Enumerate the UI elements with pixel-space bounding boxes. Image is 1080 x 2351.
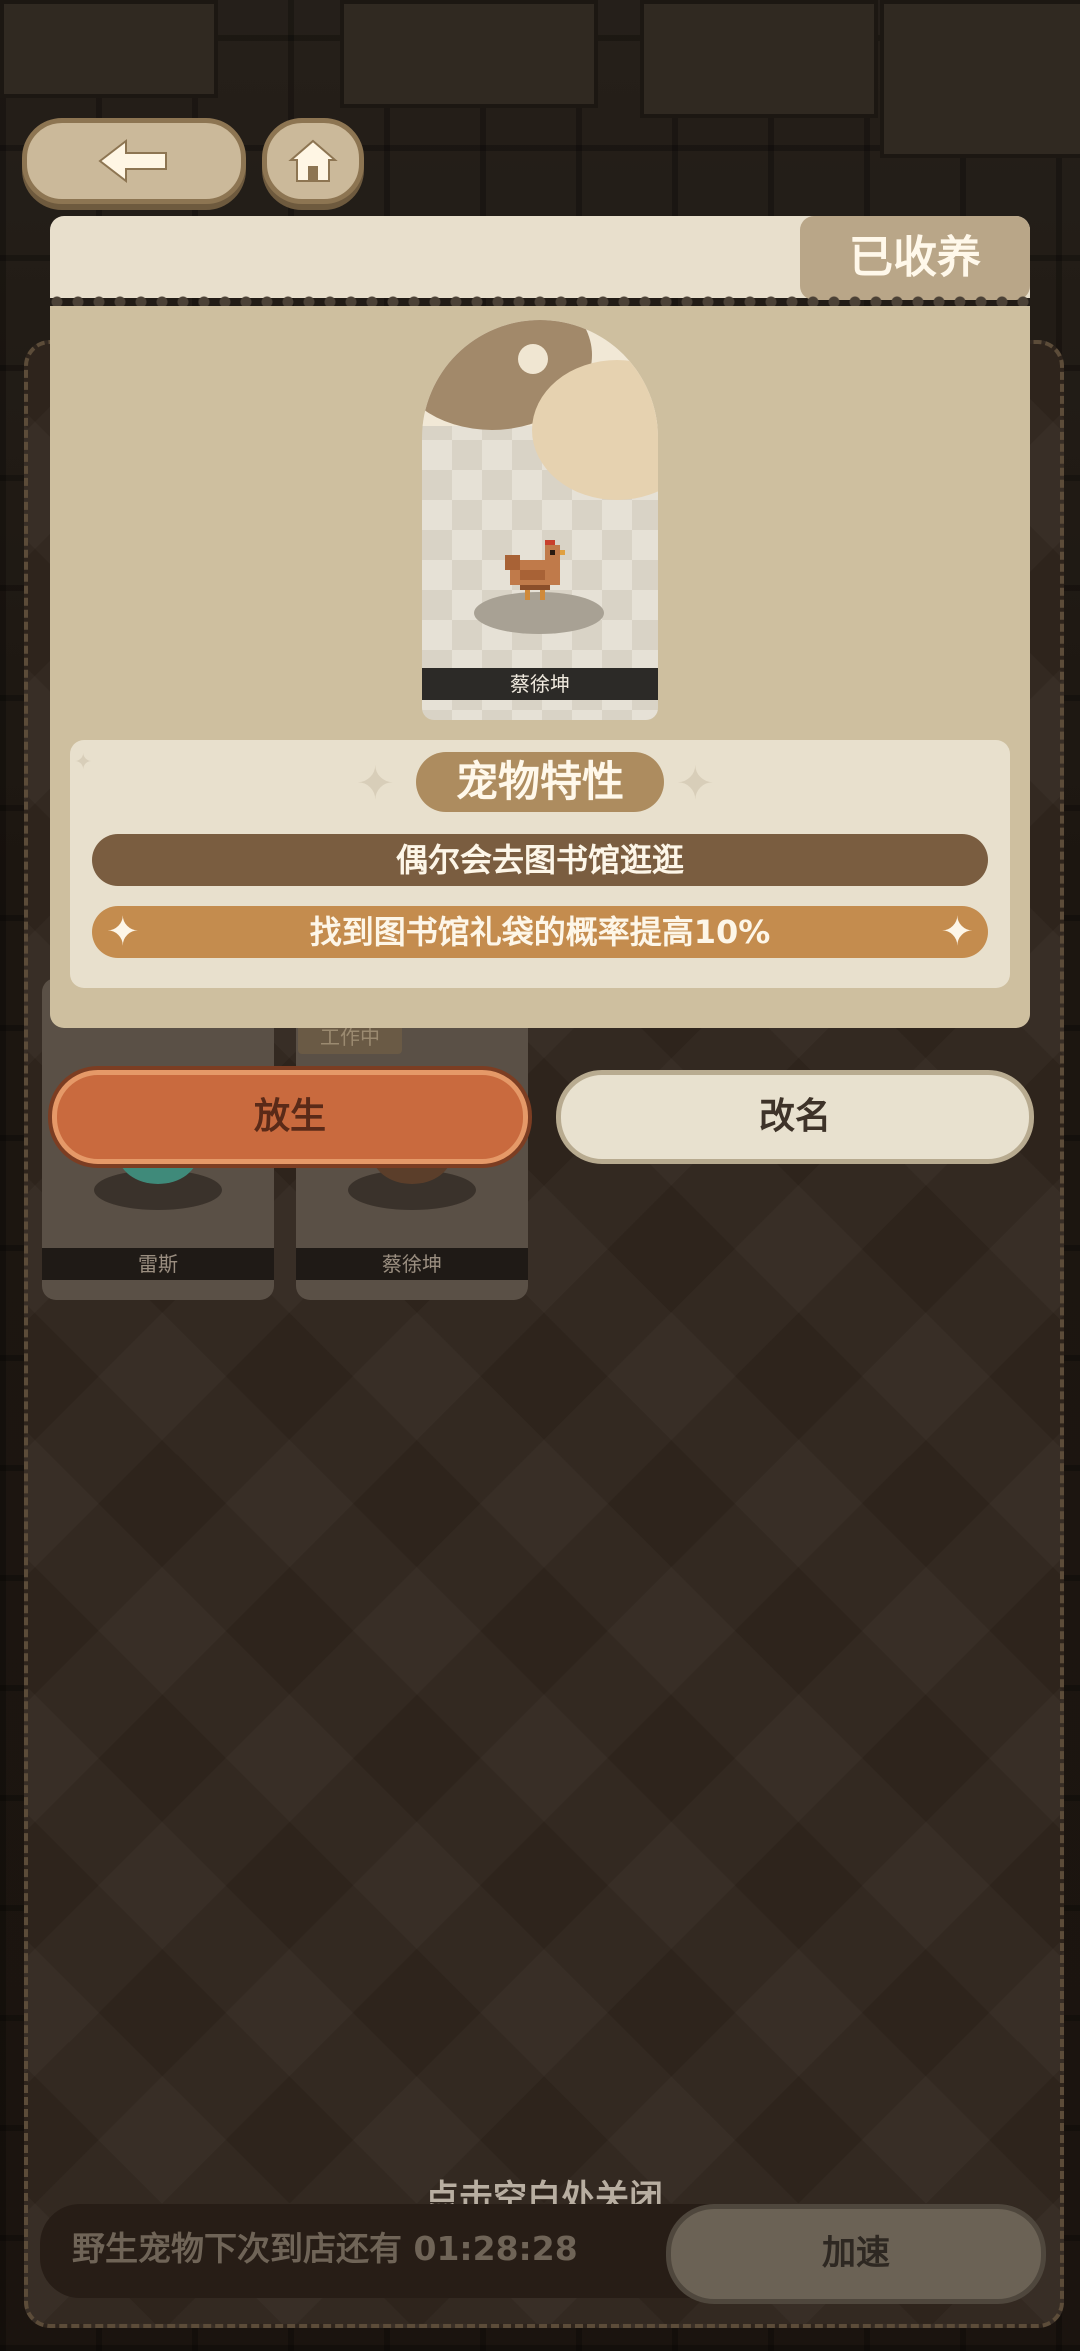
sparkle-icon: ✦ [74,750,93,775]
pet-portrait: 蔡徐坤 [422,320,658,720]
chicken-icon [505,540,565,600]
sparkle-icon: ✦ [676,756,715,810]
pet-name-label: 蔡徐坤 [422,668,658,700]
house-icon [288,139,338,182]
arrow-left-icon [98,138,167,184]
rename-button[interactable]: 改名 [556,1070,1034,1164]
trait-text: 偶尔会去图书馆逛逛 [395,841,684,879]
trait-row: 偶尔会去图书馆逛逛 [92,834,988,886]
pet-name: 蔡徐坤 [296,1248,528,1280]
back-button[interactable] [22,118,246,204]
home-button[interactable] [262,118,364,204]
sparkle-icon: ✦ [106,909,140,955]
sparkle-icon: ✦ [356,756,395,810]
trait-text: 找到图书馆礼袋的概率提高10% [309,913,771,951]
moon-icon [518,344,548,374]
speed-up-button[interactable]: 加速 [666,2204,1046,2304]
trait-row: ✦ 找到图书馆礼袋的概率提高10% ✦ [92,906,988,958]
traits-title: 宠物特性 [416,752,664,812]
wild-pet-timer-text: 野生宠物下次到店还有 01:28:28 [72,2229,578,2268]
sparkle-icon: ✦ [940,909,974,955]
release-button[interactable]: 放生 [52,1070,528,1164]
pet-name: 雷斯 [42,1248,274,1280]
adopted-badge: 已收养 [800,216,1030,300]
